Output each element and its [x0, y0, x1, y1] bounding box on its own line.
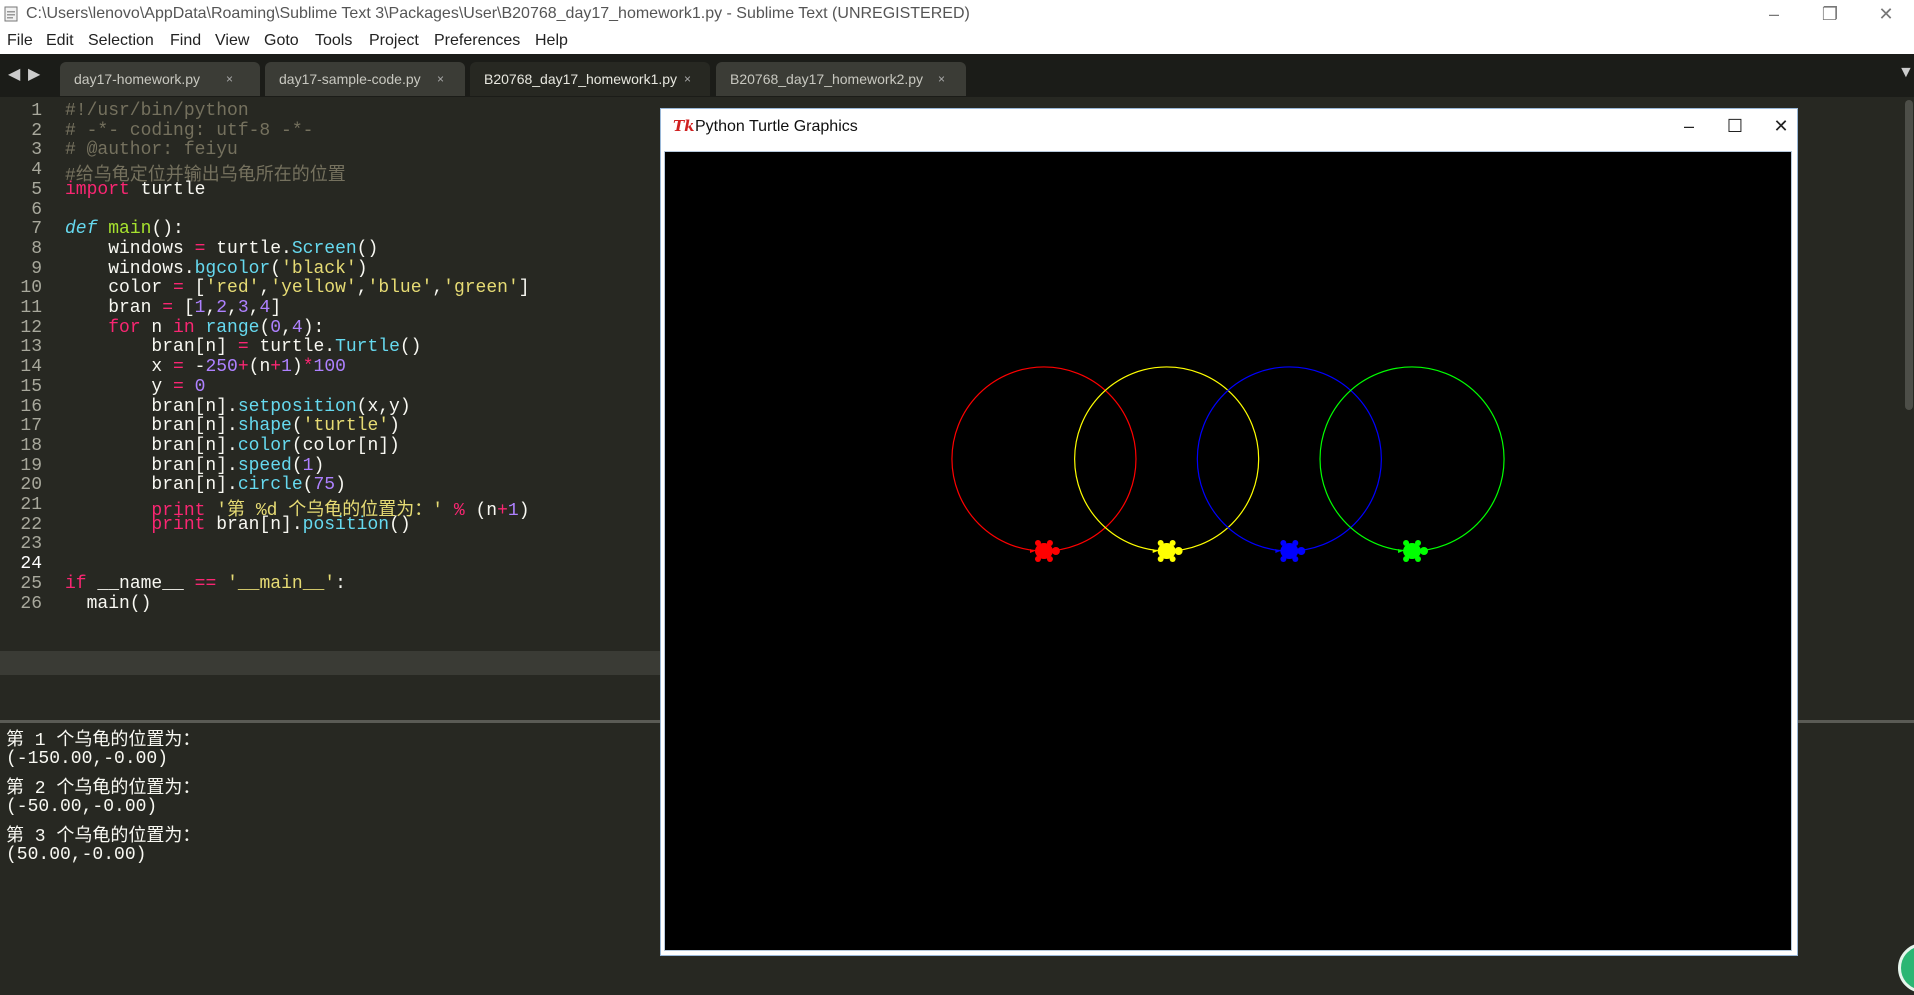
line-number: 25 [20, 573, 42, 594]
tab-list-icon[interactable]: ▼ [1898, 64, 1914, 82]
tab-label: B20768_day17_homework1.py [484, 71, 678, 87]
tab-label: B20768_day17_homework2.py [730, 71, 924, 87]
menu-preferences[interactable]: Preferences [434, 32, 520, 50]
code-line[interactable]: color = ['red','yellow','blue','green'] [65, 278, 529, 298]
line-number: 26 [20, 593, 42, 614]
code-line[interactable]: bran[n].circle(75) [65, 475, 345, 495]
turtle-graphics-window[interactable]: Tk Python Turtle Graphics – ☐ ✕ [660, 108, 1798, 956]
line-number: 15 [20, 376, 42, 397]
line-number: 21 [20, 495, 42, 515]
turtle-window-title: Python Turtle Graphics [695, 118, 858, 135]
output-line: (50.00,-0.00) [6, 845, 147, 865]
tab-day17-homework[interactable]: day17-homework.py × [60, 62, 260, 96]
turtle-icon [1275, 540, 1306, 562]
turtle-circle-path [1074, 366, 1260, 552]
code-line[interactable]: # -*- coding: utf-8 -*- [65, 121, 313, 141]
tab-close-icon[interactable]: × [226, 62, 233, 96]
line-number: 13 [20, 337, 42, 358]
tab-homework1[interactable]: B20768_day17_homework1.py × [470, 62, 710, 96]
line-number: 8 [31, 238, 42, 259]
line-number: 19 [20, 455, 42, 476]
code-line[interactable]: bran[n].shape('turtle') [65, 416, 399, 436]
line-number: 24 [20, 554, 42, 575]
line-number: 11 [20, 298, 42, 318]
code-line[interactable]: bran[n] = turtle.Turtle() [65, 337, 421, 357]
code-line[interactable]: main() [65, 594, 152, 614]
menu-help[interactable]: Help [535, 32, 568, 50]
code-line[interactable]: import turtle [65, 180, 205, 200]
window-title: C:\Users\lenovo\AppData\Roaming\Sublime … [26, 5, 970, 22]
tab-close-icon[interactable]: × [938, 62, 945, 96]
tab-homework2[interactable]: B20768_day17_homework2.py × [716, 62, 966, 96]
code-line[interactable]: x = -250+(n+1)*100 [65, 357, 346, 377]
line-number: 2 [31, 120, 42, 141]
line-number: 23 [20, 534, 42, 555]
tab-prev-icon[interactable]: ◀ [8, 64, 20, 84]
line-number: 9 [31, 258, 42, 279]
line-number: 22 [20, 514, 42, 535]
line-number: 20 [20, 475, 42, 496]
line-number: 3 [31, 140, 42, 161]
menu-selection[interactable]: Selection [88, 32, 154, 50]
tab-next-icon[interactable]: ▶ [28, 64, 40, 84]
code-line[interactable]: bran[n].color(color[n]) [65, 436, 399, 456]
menu-edit[interactable]: Edit [46, 32, 74, 50]
menu-tools[interactable]: Tools [315, 32, 352, 50]
line-number: 10 [20, 278, 42, 299]
line-number: 14 [20, 357, 42, 378]
close-icon[interactable]: ✕ [1858, 0, 1914, 30]
menu-view[interactable]: View [215, 32, 249, 50]
code-line[interactable]: y = 0 [65, 377, 205, 397]
code-line[interactable]: windows.bgcolor('black') [65, 259, 367, 279]
turtle-icon [1398, 540, 1428, 562]
line-number: 17 [20, 416, 42, 437]
output-line: 第 3 个乌龟的位置为： [6, 827, 201, 847]
turtle-circle-path [1196, 366, 1382, 552]
tab-label: day17-sample-code.py [279, 71, 421, 87]
turtle-circle-path [951, 366, 1137, 552]
menu-find[interactable]: Find [170, 32, 201, 50]
code-line[interactable]: print bran[n].position() [65, 515, 410, 535]
turtle-icon [1029, 540, 1060, 562]
line-number: 7 [31, 219, 42, 240]
code-line[interactable]: for n in range(0,4): [65, 318, 324, 338]
turtle-canvas[interactable] [664, 151, 1792, 951]
line-number: 5 [31, 179, 42, 200]
tk-feather-icon: Tk [673, 117, 695, 135]
code-line[interactable]: #!/usr/bin/python [65, 101, 249, 121]
menu-file[interactable]: File [7, 32, 33, 50]
menu-goto[interactable]: Goto [264, 32, 299, 50]
close-icon[interactable]: ✕ [1753, 109, 1809, 143]
file-icon [4, 6, 18, 22]
tab-close-icon[interactable]: × [684, 62, 691, 96]
code-line[interactable]: bran = [1,2,3,4] [65, 298, 281, 318]
line-number: 16 [20, 396, 42, 417]
code-line[interactable]: windows = turtle.Screen() [65, 239, 378, 259]
line-number: 1 [31, 101, 42, 121]
turtle-icon [1152, 540, 1183, 562]
line-number: 6 [31, 199, 42, 220]
code-line[interactable]: def main(): [65, 219, 184, 239]
tab-day17-sample-code[interactable]: day17-sample-code.py × [265, 62, 465, 96]
code-line[interactable]: bran[n].setposition(x,y) [65, 397, 410, 417]
output-line: (-50.00,-0.00) [6, 797, 158, 817]
editor-scrollbar[interactable] [1905, 100, 1913, 410]
line-number: 18 [20, 435, 42, 456]
code-line[interactable]: # @author: feiyu [65, 140, 238, 160]
line-number: 4 [31, 160, 42, 181]
turtle-circle-path [1319, 366, 1505, 552]
menu-project[interactable]: Project [369, 32, 419, 50]
output-line: 第 2 个乌龟的位置为： [6, 779, 201, 799]
code-line[interactable]: if __name__ == '__main__': [65, 574, 346, 594]
minimize-icon[interactable]: – [1746, 0, 1802, 30]
code-line[interactable]: bran[n].speed(1) [65, 456, 324, 476]
restore-icon[interactable]: ❐ [1802, 0, 1858, 30]
output-line: (-150.00,-0.00) [6, 749, 169, 769]
output-line: 第 1 个乌龟的位置为： [6, 731, 201, 751]
line-number: 12 [20, 317, 42, 338]
tab-label: day17-homework.py [74, 71, 201, 87]
tab-close-icon[interactable]: × [437, 62, 444, 96]
